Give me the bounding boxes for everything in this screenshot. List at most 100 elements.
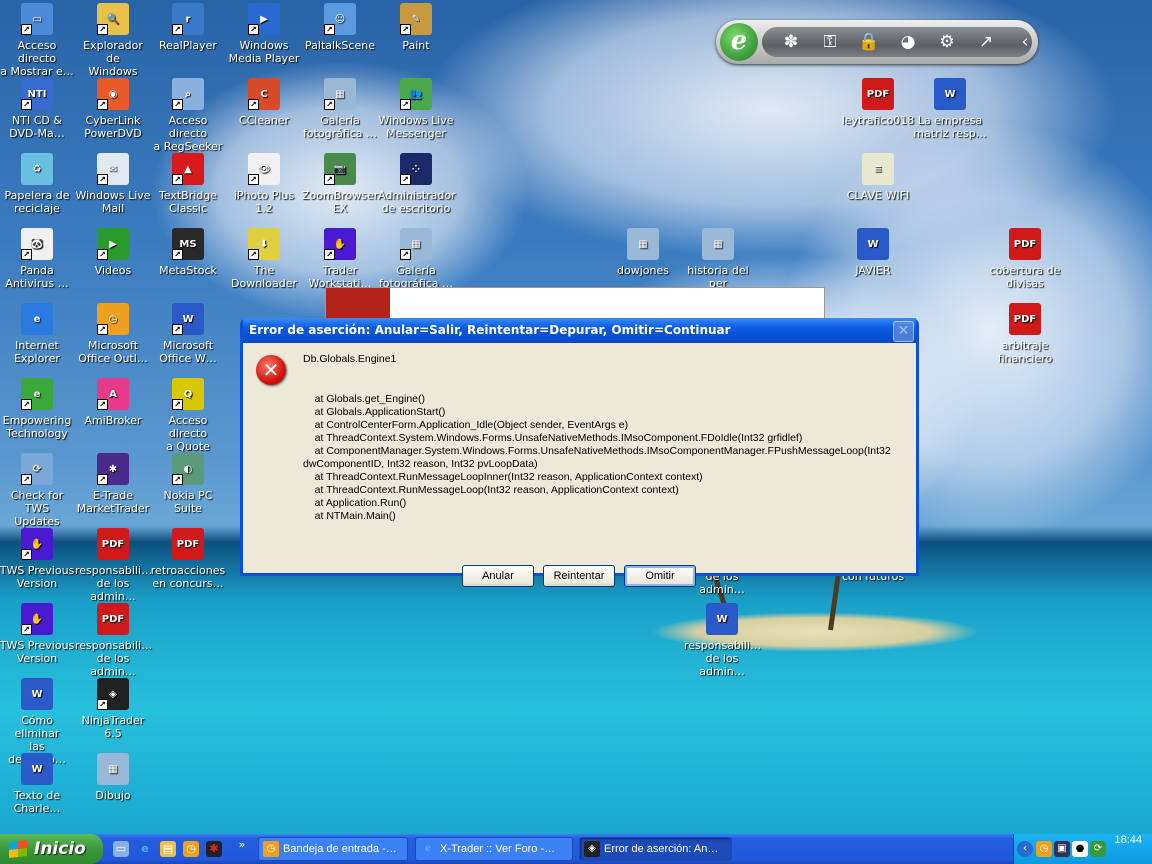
empowering-technology-icon: e ↗ [21, 378, 53, 410]
shortcut-arrow-icon: ↗ [97, 324, 108, 335]
desktop-icon[interactable]: Wresponsabili… de los admin… [684, 603, 761, 678]
desktop-icon[interactable]: ▦ ↗ Galería fotográfica … [378, 228, 454, 290]
key-icon[interactable]: ⚿ [819, 31, 841, 53]
desktop-icon[interactable]: PDF arbitraje financiero [987, 303, 1063, 365]
desktop-icon[interactable]: ◈ ↗ NinjaTrader 6.5 [75, 678, 151, 740]
shortcut-arrow-icon: ↗ [248, 24, 259, 35]
desktop-icon[interactable]: W ↗ Microsoft Office W… [150, 303, 226, 365]
nokia-icon: ◐ ↗ [172, 453, 204, 485]
desktop-icon[interactable]: PDF responsabili… de los admin… [75, 603, 152, 678]
spider-icon[interactable]: ✱ [206, 841, 222, 857]
desktop-icon-label: Galería fotográfica … [302, 114, 378, 140]
desktop-icon[interactable]: ▶ ↗ Videos [75, 228, 151, 277]
gear-icon[interactable]: ⚙ [936, 31, 958, 53]
shortcut-arrow-icon: ↗ [248, 249, 259, 260]
ninjatrader-icon: ◈ [584, 841, 600, 857]
desktop-icon[interactable]: e Internet Explorer [0, 303, 75, 365]
quick-launch-more[interactable]: » [234, 837, 250, 853]
close-button[interactable]: ✕ [893, 321, 914, 342]
desktop-icon[interactable]: ✋ ↗ Trader Workstati… [302, 228, 378, 290]
desktop-icon[interactable]: ▦ Dibujo [75, 753, 151, 802]
desktop-icon[interactable]: ◉ ↗ CyberLink PowerDVD [75, 78, 151, 140]
outlook-icon[interactable]: ◷ [183, 841, 199, 857]
desktop-icon[interactable]: ☺ ↗ PaltalkScene [302, 3, 378, 52]
desktop-icon[interactable]: W Texto de Charle… [0, 753, 75, 815]
desktop-icon[interactable]: ✉ ↗ Windows Live Mail [75, 153, 151, 215]
dialog-title: Error de aserción: Anular=Salir, Reinten… [243, 318, 916, 343]
toolbar-buttons: ✽ ⚿ 🔒 ◕ ⚙ ↗ ‹ [762, 27, 1032, 57]
desktop-icon[interactable]: Q ↗ Acceso directo a Quote [150, 378, 226, 453]
desktop-icon[interactable]: ♻ Papelera de reciclaje [0, 153, 75, 215]
desktop-icon-label: Acceso directo a RegSeeker [153, 114, 223, 153]
collapse-icon[interactable]: ‹ [1014, 31, 1036, 53]
internet-explorer-icon[interactable]: e [137, 841, 153, 857]
pdf-icon: PDF [1009, 228, 1041, 260]
globe-icon[interactable]: ◕ [897, 31, 919, 53]
desktop-icon-label: CyberLink PowerDVD [84, 114, 142, 140]
network-icon[interactable]: ▣ [1054, 841, 1070, 857]
desktop-icon[interactable]: ✋ ↗ TWS Previous Version [0, 528, 75, 590]
desktop-icon[interactable]: ⌕ ↗ Acceso directo a RegSeeker [150, 78, 226, 153]
pdf-icon: PDF [862, 78, 894, 110]
desktop-icon[interactable]: e ↗ Empowering Technology [0, 378, 75, 440]
stack-line: at ComponentManager.System.Windows.Forms… [303, 445, 894, 470]
lock-icon[interactable]: 🔒 [858, 31, 880, 53]
internet-explorer-icon: e [425, 843, 431, 854]
desktop-icon[interactable]: 👥 ↗ Windows Live Messenger [378, 78, 454, 140]
stack-trace: at Globals.get_Engine() at Globals.Appli… [303, 393, 913, 523]
desktop-icon[interactable]: PDF leytrafico018 [840, 78, 916, 127]
e-logo-button[interactable]: e [720, 23, 758, 61]
desktop-icon-label: retroacciones en concurs… [150, 564, 226, 590]
chart-line-icon[interactable]: ↗ [975, 31, 997, 53]
desktop-icon[interactable]: W La empresa matriz resp… [912, 78, 988, 140]
desktop-icon[interactable]: ✱ ↗ E-Trade MarketTrader [75, 453, 151, 515]
desktop-icon[interactable]: A ↗ AmiBroker [75, 378, 151, 427]
desktop-icon[interactable]: MS ↗ MetaStock [150, 228, 226, 277]
desktop-icon[interactable]: C ↗ CCleaner [226, 78, 302, 127]
task-bandeja[interactable]: ◷ Bandeja de entrada -… [258, 837, 408, 861]
desktop-icon[interactable]: ◷ ↗ Microsoft Office Outl… [75, 303, 151, 365]
folder-icon[interactable]: ▤ [160, 841, 176, 857]
desktop-icon[interactable]: 👁 ↗ iPhoto Plus 1.2 [226, 153, 302, 215]
outlook-tray-icon[interactable]: ◷ [1036, 841, 1052, 857]
desktop-icon[interactable]: ⁘ ↗ Administrador de escritorio [378, 153, 456, 215]
desktop-icon[interactable]: PDF responsabili… de los admin… [75, 528, 152, 603]
start-button[interactable]: Inicio [0, 834, 103, 864]
desktop-icon-label: Paint [402, 39, 430, 52]
desktop-icon[interactable]: PDF retroacciones en concurs… [150, 528, 226, 590]
task-xtrader[interactable]: e X-Trader :: Ver Foro -… [415, 837, 573, 861]
abort-button[interactable]: Anular [462, 565, 534, 587]
desktop-icon[interactable]: ▭ ↗ Acceso directo a Mostrar e… [0, 3, 75, 78]
desktop-icon[interactable]: ◐ ↗ Nokia PC Suite [150, 453, 226, 515]
desktop-icon[interactable]: PDF cobertura de divisas [987, 228, 1063, 290]
desktop-icon-label: Texto de Charle… [13, 789, 61, 815]
fan-icon[interactable]: ✽ [780, 31, 802, 53]
sync-icon[interactable]: ⟳ [1090, 841, 1106, 857]
panda-icon[interactable]: ● [1072, 841, 1088, 857]
image-file-icon: ▦ [702, 228, 734, 260]
desktop-icon[interactable]: ▶ ↗ Windows Media Player [226, 3, 302, 65]
shortcut-arrow-icon: ↗ [21, 549, 32, 560]
desktop-icon[interactable]: 📷 ↗ ZoomBrowser EX [302, 153, 378, 215]
desktop-icon[interactable]: W JAVIER [835, 228, 911, 277]
desktop-icon[interactable]: ⬇ ↗ The Downloader [226, 228, 302, 290]
desktop-icon[interactable]: ▦ dowjones [605, 228, 681, 277]
desktop-icon[interactable]: 🐼 ↗ Panda Antivirus … [0, 228, 75, 290]
task-assertion-error[interactable]: ◈ Error de aserción: An… [579, 837, 732, 861]
desktop-icon[interactable]: ≡ CLAVE WIFI [840, 153, 916, 202]
desktop-icon[interactable]: ▲ ↗ TextBridge Classic [150, 153, 226, 215]
desktop-icon[interactable]: ✋ ↗ TWS Previous Version [0, 603, 75, 665]
retry-button[interactable]: Reintentar [543, 565, 615, 587]
desktop-icon[interactable]: 🔍 ↗ Explorador de Windows [75, 3, 151, 78]
desktop-icon[interactable]: ⟳ ↗ Check for TWS Updates [0, 453, 75, 528]
desktop-icon[interactable]: ▦ ↗ Galería fotográfica … [302, 78, 378, 140]
internet-explorer-icon: e [21, 303, 53, 335]
shortcut-arrow-icon: ↗ [21, 474, 32, 485]
outlook-icon: ◷ [263, 841, 279, 857]
desktop-icon[interactable]: NTI ↗ NTI CD & DVD-Ma… [0, 78, 75, 140]
ignore-button[interactable]: Omitir [624, 565, 696, 587]
desktop-icon[interactable]: r ↗ RealPlayer [150, 3, 226, 52]
desktop-icon[interactable]: ✎ ↗ Paint [378, 3, 454, 52]
tray-expand-icon[interactable]: ‹ [1017, 841, 1033, 857]
show-desktop-icon[interactable]: ▭ [113, 841, 129, 857]
